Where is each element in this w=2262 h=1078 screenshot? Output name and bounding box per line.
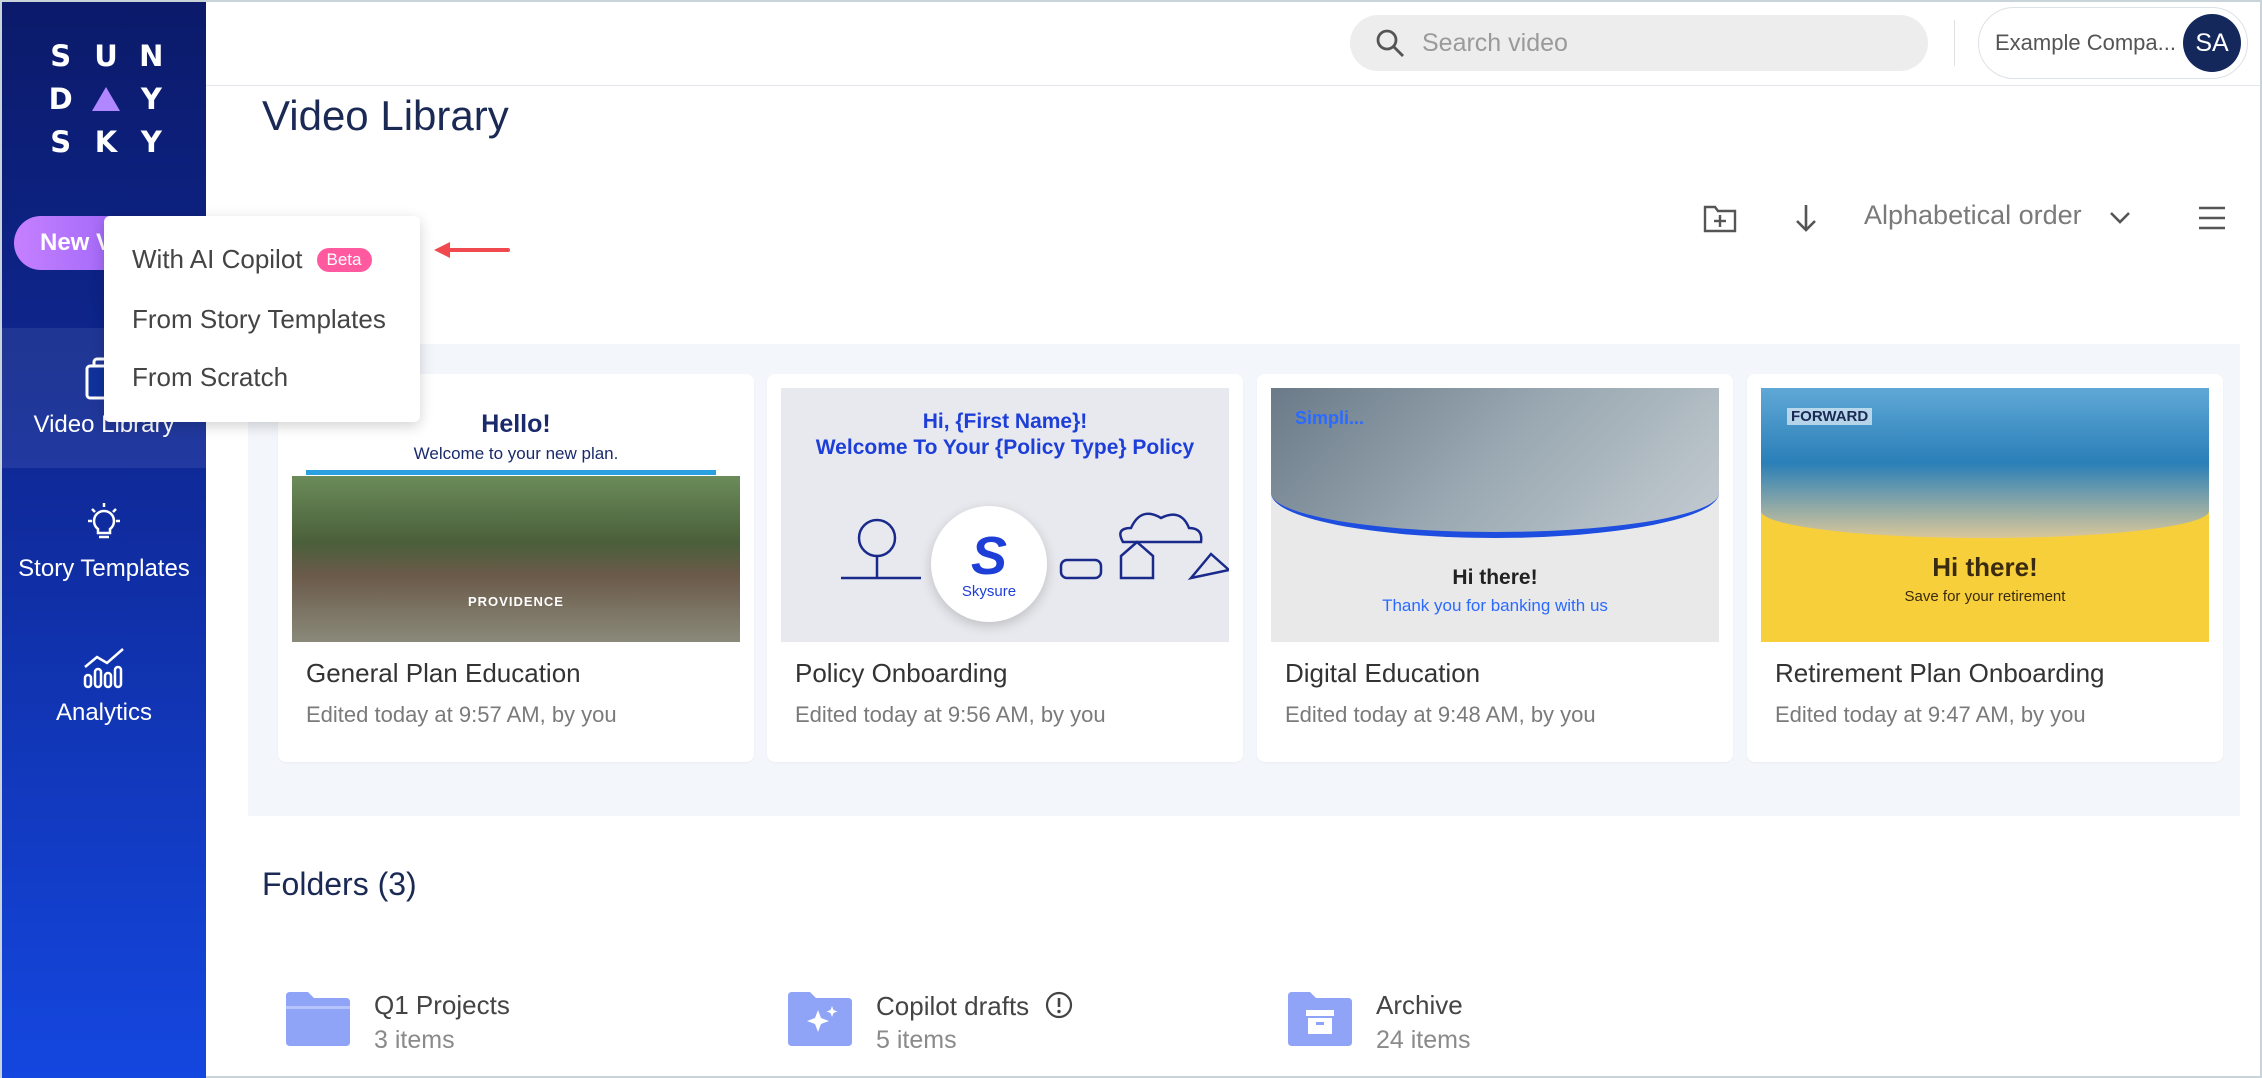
sidebar-item-label: Analytics [55, 699, 153, 726]
folder-icon [286, 992, 350, 1046]
folder-name: Q1 Projects [374, 990, 510, 1020]
sort-order-select[interactable]: Alphabetical order [1864, 200, 2082, 231]
logo-name: Skysure [961, 582, 1017, 600]
folder-count: 24 items [1376, 1026, 1471, 1054]
menu-item-scratch[interactable]: From Scratch [132, 362, 288, 393]
thumbnail-headline: Hi, {First Name}! [922, 410, 1088, 433]
thumbnail-brand: FORWARD [1787, 408, 1873, 425]
video-edited-time: Edited today at 9:57 AM, by you [306, 702, 617, 727]
account-switcher[interactable]: Example Compa... SA [1978, 7, 2248, 79]
folder-item[interactable]: Archive 24 items [1286, 986, 1646, 1066]
menu-item-label: With AI Copilot [132, 244, 303, 274]
top-bar: Example Compa... SA [206, 2, 2260, 86]
search-icon [1376, 29, 1404, 57]
video-title[interactable]: General Plan Education [306, 658, 581, 689]
folder-item[interactable]: Q1 Projects 3 items [284, 986, 644, 1066]
new-folder-icon [1703, 205, 1737, 233]
video-thumbnail[interactable]: Hello! Welcome to your new plan. PROVIDE… [292, 388, 740, 642]
logo-letter: U [94, 38, 118, 73]
thumbnail-accent-bar [306, 470, 716, 475]
folder-count: 5 items [876, 1026, 957, 1054]
beta-badge: Beta [316, 248, 372, 272]
new-video-menu: With AI Copilot Beta From Story Templates… [104, 216, 420, 422]
video-card[interactable]: Hi, {First Name}! Welcome To Your {Polic… [767, 374, 1243, 762]
skysure-logo: S Skysure [931, 506, 1047, 622]
info-alert-icon[interactable] [1044, 990, 1074, 1020]
sort-dropdown-toggle[interactable] [2100, 198, 2140, 238]
video-card[interactable]: Simpli... Hi there! Thank you for bankin… [1257, 374, 1733, 762]
folder-name-text: Copilot drafts [876, 991, 1030, 1021]
header-divider [1954, 20, 1955, 66]
logo-letter: S [970, 525, 1008, 586]
new-folder-button[interactable] [1700, 198, 1740, 238]
logo-letter: D [48, 81, 73, 116]
page-title: Video Library [262, 92, 509, 139]
logo-letter: S [50, 38, 72, 73]
video-thumbnail[interactable]: Hi, {First Name}! Welcome To Your {Polic… [781, 388, 1229, 642]
sidebar-item-story-templates[interactable]: Story Templates [2, 472, 206, 612]
thumbnail-brand: Simpli... [1295, 408, 1365, 428]
folder-name: Archive [1376, 990, 1463, 1020]
video-thumbnail[interactable]: Simpli... Hi there! Thank you for bankin… [1271, 388, 1719, 642]
sidebar-item-label: Story Templates [18, 555, 190, 582]
thumbnail-subline: Thank you for banking with us [1382, 596, 1608, 615]
sparkle-folder-icon [788, 992, 852, 1046]
video-thumbnail[interactable]: FORWARD Hi there! Save for your retireme… [1761, 388, 2209, 642]
list-view-button[interactable] [2192, 198, 2232, 238]
sort-direction-button[interactable] [1786, 198, 1826, 238]
sundaysky-logo[interactable]: S U N D Y S K Y [38, 34, 174, 164]
search-input[interactable] [1422, 28, 1882, 58]
logo-letter: Y [140, 81, 162, 116]
family-photo [292, 476, 740, 642]
sidebar-item-analytics[interactable]: Analytics [2, 616, 206, 756]
logo-letter: N [139, 38, 164, 73]
thumbnail-brand: PROVIDENCE [468, 594, 564, 609]
video-title[interactable]: Policy Onboarding [795, 658, 1007, 689]
thumbnail-subline: Welcome to your new plan. [413, 444, 619, 463]
company-name: Example Compa... [1995, 30, 2176, 55]
annotation-arrow-icon [434, 242, 510, 258]
folder-name: Copilot drafts [876, 990, 1074, 1022]
folder-count: 3 items [374, 1026, 455, 1054]
analytics-icon [83, 648, 124, 689]
arrow-down-icon [1796, 205, 1816, 232]
lightbulb-icon [88, 503, 120, 539]
menu-item-ai-copilot[interactable]: With AI Copilot Beta [132, 244, 372, 275]
video-title[interactable]: Retirement Plan Onboarding [1775, 658, 2105, 689]
folders-heading: Folders (3) [262, 866, 417, 902]
logo-letter: K [94, 125, 118, 160]
video-edited-time: Edited today at 9:47 AM, by you [1775, 702, 2086, 727]
menu-item-story-templates[interactable]: From Story Templates [132, 304, 386, 335]
sidebar: S U N D Y S K Y New Video Video Library … [2, 2, 206, 1078]
logo-letter: S [50, 125, 72, 160]
chevron-down-icon [2110, 212, 2130, 224]
logo-letter: Y [140, 125, 162, 160]
avatar[interactable]: SA [2183, 14, 2241, 72]
thumbnail-subline: Save for your retirement [1904, 588, 2066, 605]
thumbnail-headline: Hi there! [1932, 552, 2038, 582]
video-edited-time: Edited today at 9:56 AM, by you [795, 702, 1106, 727]
video-card[interactable]: Hello! Welcome to your new plan. PROVIDE… [278, 374, 754, 762]
thumbnail-headline: Hi there! [1452, 566, 1538, 589]
video-edited-time: Edited today at 9:48 AM, by you [1285, 702, 1596, 727]
menu-icon [2199, 206, 2225, 230]
thumbnail-subline: Welcome To Your {Policy Type} Policy [815, 436, 1195, 459]
logo-triangle-icon [91, 86, 120, 111]
folder-item[interactable]: Copilot drafts 5 items [786, 986, 1146, 1066]
video-card[interactable]: FORWARD Hi there! Save for your retireme… [1747, 374, 2223, 762]
video-title[interactable]: Digital Education [1285, 658, 1480, 689]
search-box[interactable] [1350, 15, 1928, 71]
archive-folder-icon [1288, 992, 1352, 1046]
